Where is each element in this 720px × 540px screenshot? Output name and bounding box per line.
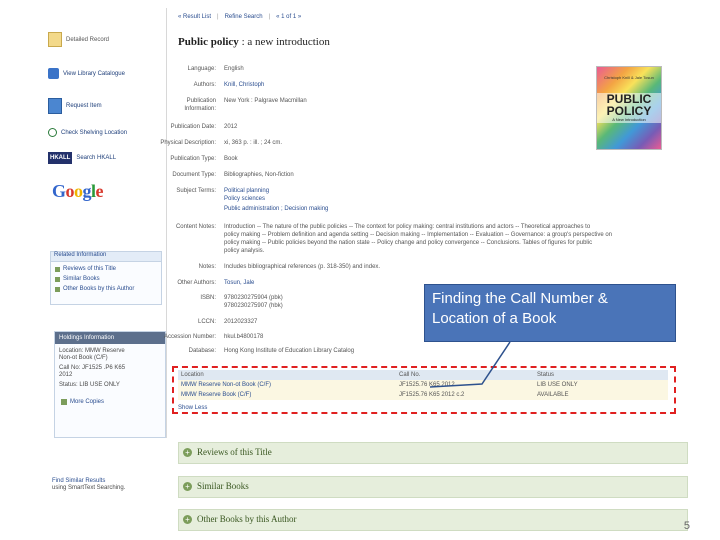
callout-pointer (429, 341, 511, 388)
slide-number: 5 (683, 520, 690, 532)
callout-box: Finding the Call Number & Location of a … (424, 284, 676, 342)
